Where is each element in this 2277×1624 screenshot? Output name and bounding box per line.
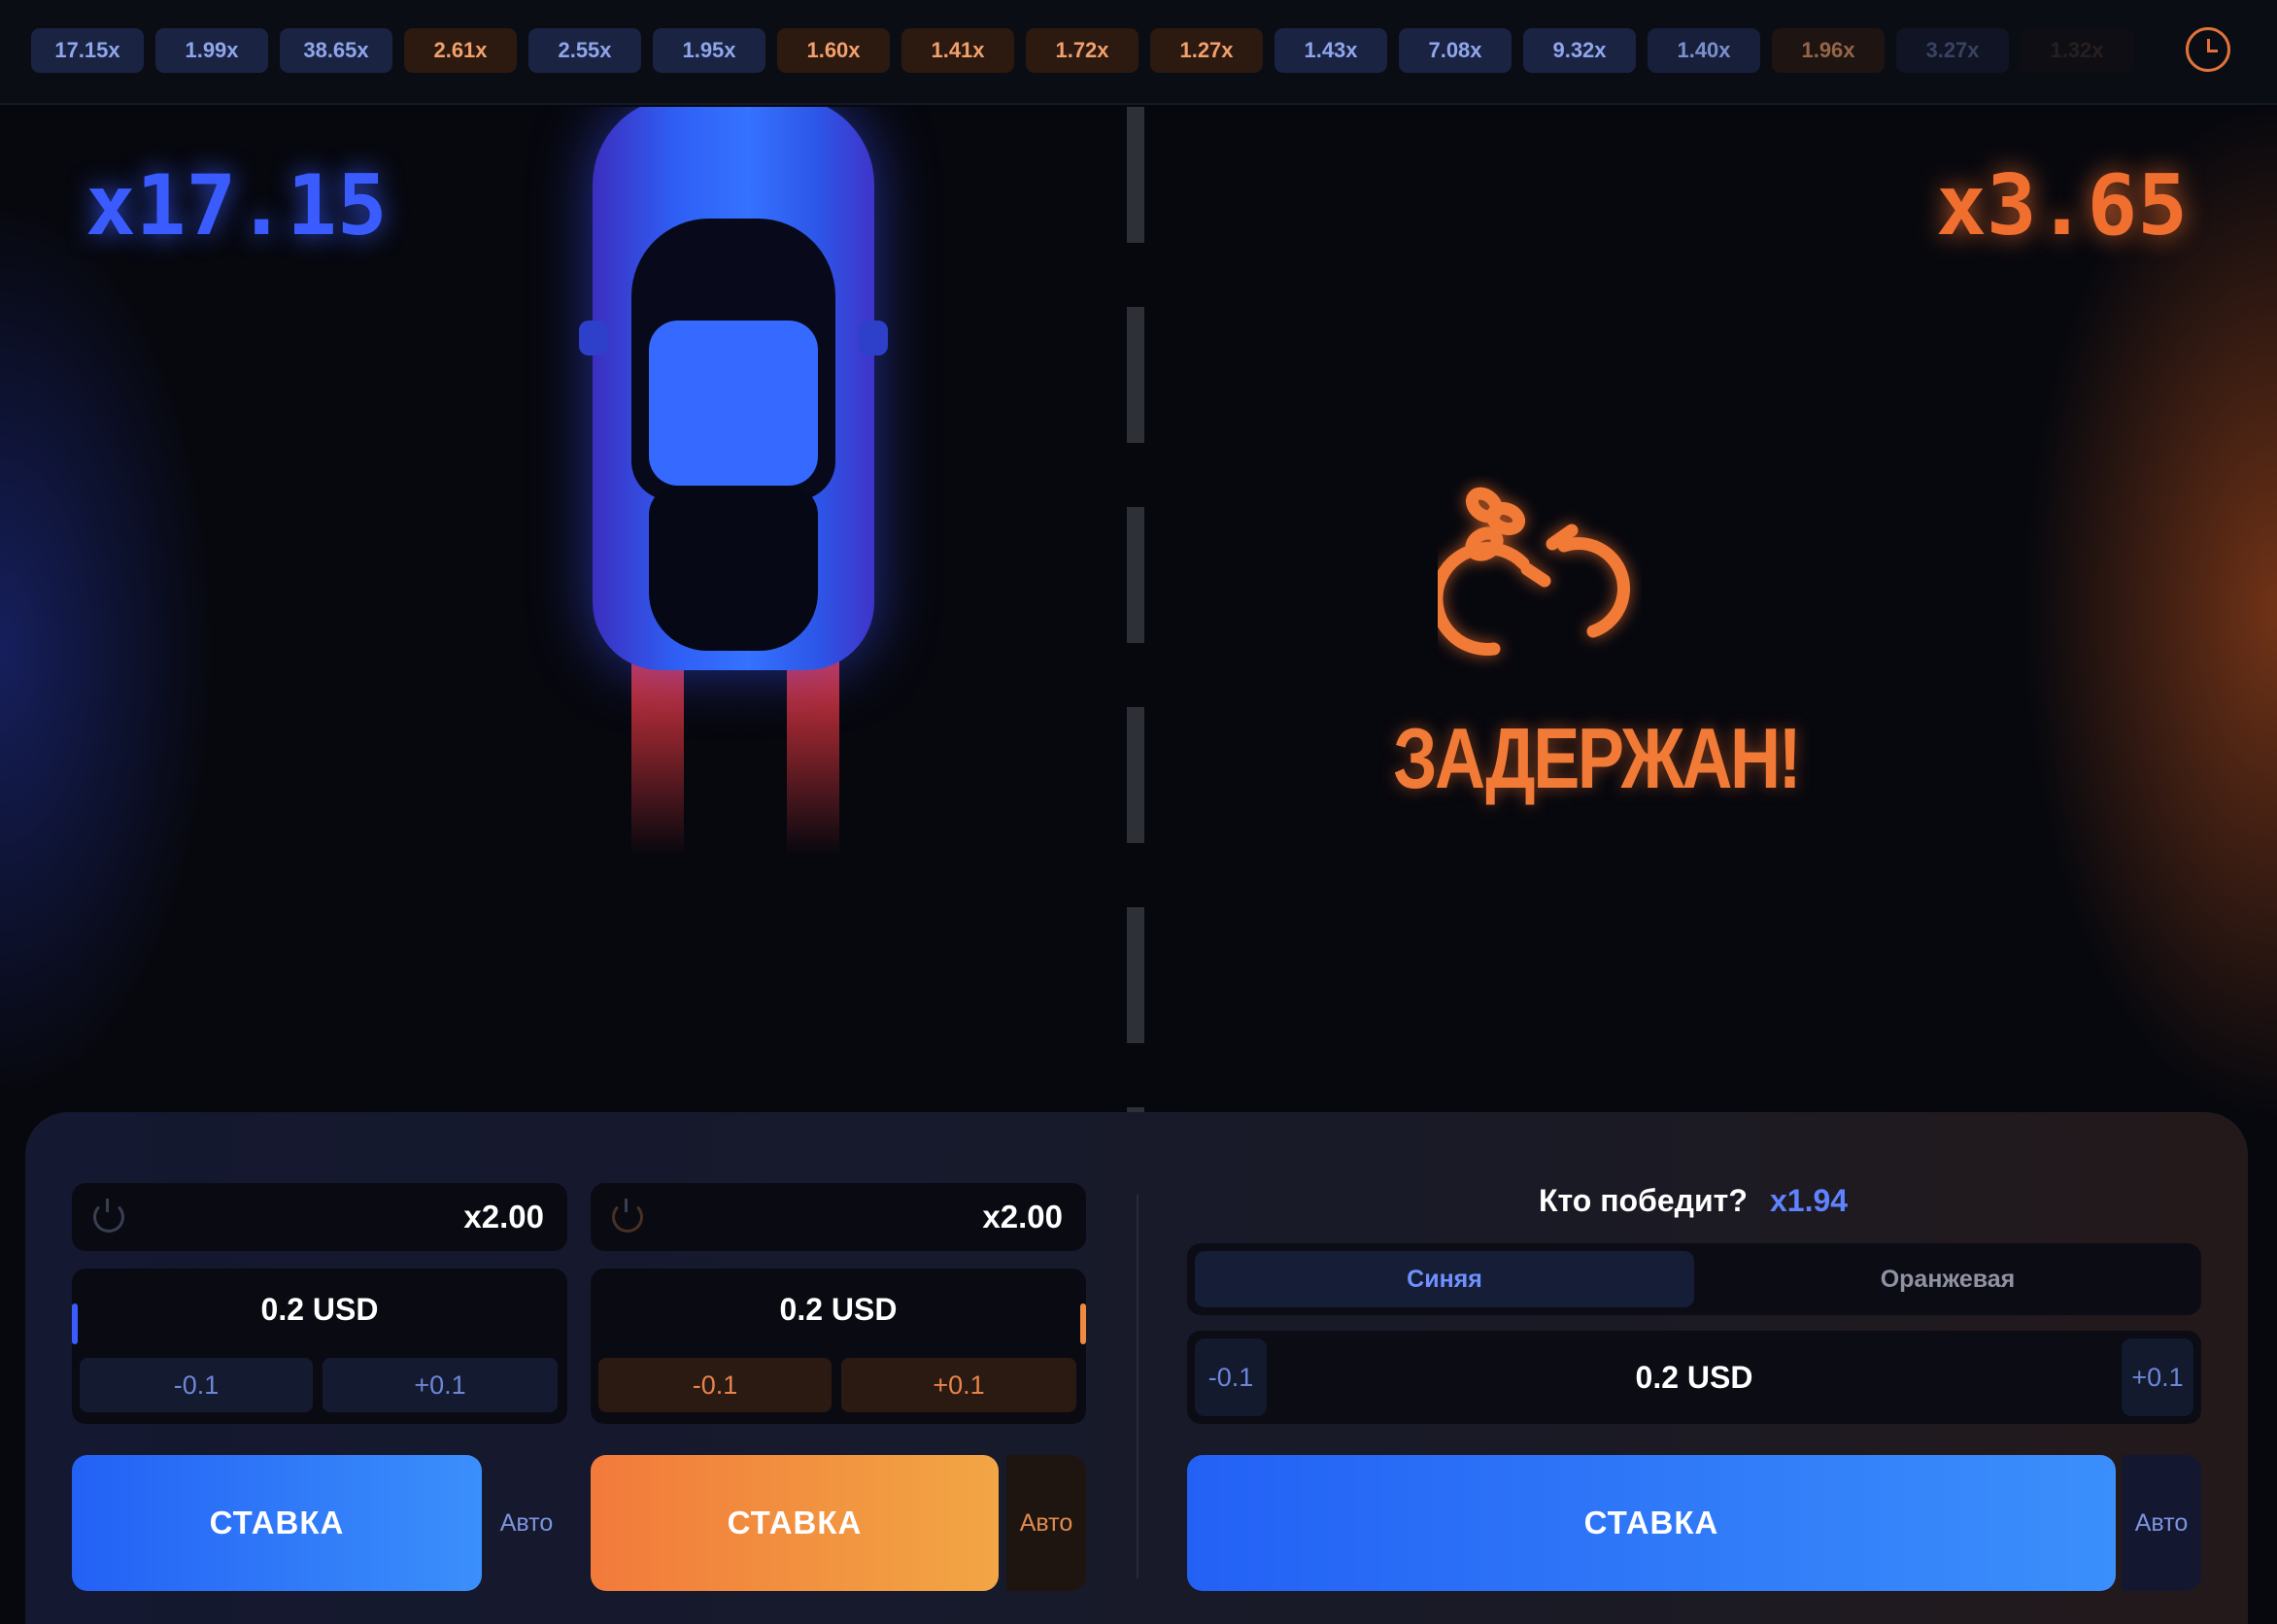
history-bar: 17.15x 1.99x 38.65x 2.61x 2.55x 1.95x 1.… <box>0 0 2277 105</box>
winner-odds: x1.94 <box>1770 1183 1849 1218</box>
history-chip[interactable]: 1.27x <box>1150 28 1263 73</box>
blue-autocashout-value: x2.00 <box>463 1199 544 1235</box>
history-chip[interactable]: 1.72x <box>1026 28 1138 73</box>
history-chip[interactable]: 1.60x <box>777 28 890 73</box>
panel-divider <box>1137 1195 1138 1578</box>
winner-amount-box: 0.2 USD -0.1 +0.1 <box>1187 1331 2201 1424</box>
orange-bet-button[interactable]: СТАВКА <box>591 1455 999 1591</box>
orange-plus-button[interactable]: +0.1 <box>841 1358 1076 1412</box>
history-chip[interactable]: 1.99x <box>155 28 268 73</box>
history-chip[interactable]: 1.96x <box>1772 28 1885 73</box>
power-icon[interactable] <box>612 1199 643 1233</box>
team-toggle: Синяя Оранжевая <box>1187 1243 2201 1315</box>
lane-divider <box>1127 107 1144 1117</box>
history-chip[interactable]: 17.15x <box>31 28 144 73</box>
history-chip[interactable]: 1.43x <box>1274 28 1387 73</box>
clock-icon[interactable] <box>2186 27 2230 72</box>
team-option-blue[interactable]: Синяя <box>1195 1251 1694 1307</box>
orange-autocashout-value: x2.00 <box>982 1199 1063 1235</box>
blue-amount-box: 0.2 USD -0.1 +0.1 <box>72 1269 567 1424</box>
winner-question: Кто победит? <box>1539 1183 1748 1218</box>
history-chip[interactable]: 1.95x <box>653 28 765 73</box>
arrest-status-text: ЗАДЕРЖАН! <box>1393 710 1802 806</box>
history-chip[interactable]: 38.65x <box>280 28 392 73</box>
history-chip[interactable]: 9.32x <box>1523 28 1636 73</box>
winner-minus-button[interactable]: -0.1 <box>1195 1338 1267 1416</box>
car-mirror <box>859 321 888 355</box>
winner-bet-amount[interactable]: 0.2 USD <box>1187 1331 2201 1424</box>
history-chip[interactable]: 3.27x <box>1896 28 2009 73</box>
history-chip[interactable]: 1.41x <box>901 28 1014 73</box>
history-chip[interactable]: 2.55x <box>528 28 641 73</box>
orange-amount-box: 0.2 USD -0.1 +0.1 <box>591 1269 1086 1424</box>
tail-light-trail <box>631 641 684 855</box>
power-icon[interactable] <box>93 1199 124 1233</box>
orange-auto-button[interactable]: Авто <box>1006 1455 1086 1591</box>
handcuffs-icon <box>1438 487 1630 656</box>
winner-bet-button[interactable]: СТАВКА <box>1187 1455 2116 1591</box>
blue-multiplier: x17.15 <box>85 157 388 254</box>
history-chip[interactable]: 2.61x <box>404 28 517 73</box>
car-rear-window <box>649 486 818 651</box>
winner-auto-button[interactable]: Авто <box>2122 1455 2201 1591</box>
orange-minus-button[interactable]: -0.1 <box>598 1358 832 1412</box>
blue-auto-button[interactable]: Авто <box>482 1455 571 1591</box>
blue-plus-button[interactable]: +0.1 <box>323 1358 558 1412</box>
blue-bet-amount[interactable]: 0.2 USD <box>72 1292 567 1328</box>
history-chip[interactable]: 7.08x <box>1399 28 1512 73</box>
blue-bet-button[interactable]: СТАВКА <box>72 1455 482 1591</box>
team-option-orange[interactable]: Оранжевая <box>1702 1251 2193 1307</box>
orange-bet-amount[interactable]: 0.2 USD <box>591 1292 1086 1328</box>
history-chip[interactable]: 1.40x <box>1648 28 1760 73</box>
winner-plus-button[interactable]: +0.1 <box>2122 1338 2193 1416</box>
orange-autocashout[interactable]: x2.00 <box>591 1183 1086 1251</box>
blue-autocashout[interactable]: x2.00 <box>72 1183 567 1251</box>
blue-minus-button[interactable]: -0.1 <box>80 1358 313 1412</box>
car-mirror <box>579 321 608 355</box>
tail-light-trail <box>787 641 839 855</box>
history-chip[interactable]: 1.32x <box>2021 28 2133 73</box>
race-area: x17.15 x3.65 ЗАДЕРЖАН! <box>0 107 2277 1117</box>
car-roof <box>649 321 818 486</box>
orange-multiplier: x3.65 <box>1936 157 2188 254</box>
blue-car <box>573 107 903 874</box>
